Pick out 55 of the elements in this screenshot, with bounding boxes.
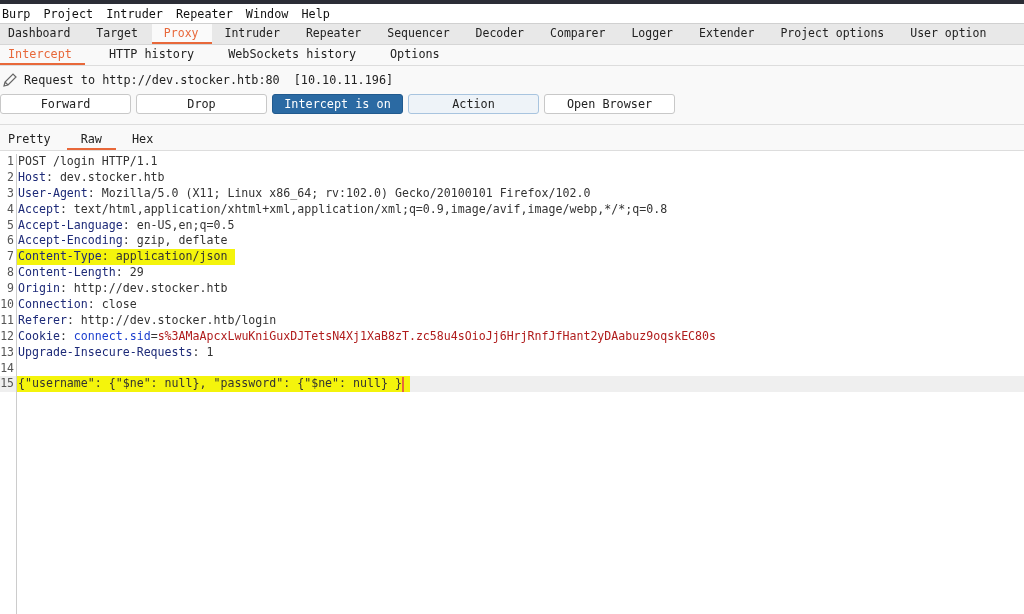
line-number: 10: [0, 297, 17, 313]
text-caret: [401, 376, 404, 392]
line-number: 4: [0, 201, 17, 218]
action-button[interactable]: Drop: [136, 94, 267, 114]
sub-tab[interactable]: HTTP history: [100, 45, 205, 65]
menu-item[interactable]: Help: [300, 6, 331, 21]
code-line: Cookie: connect.sid=s%3AMaApcxLwuKniGuxDJTetsN4Xj1XaB8zT.zc58u4sOioJj6HrjRnfJfHant2yDAabuz9oqskEC80s: [17, 328, 717, 345]
tab[interactable]: Project options: [780, 24, 885, 44]
line-number: 2: [0, 169, 17, 186]
code-line: Accept-Language: en-US,en;q=0.5: [17, 217, 235, 234]
code-line: POST /login HTTP/1.1: [17, 154, 158, 170]
code-line: Content-Length: 29: [17, 265, 144, 282]
action-button[interactable]: Action: [408, 94, 539, 114]
line-number: 12: [0, 328, 17, 345]
tab[interactable]: Target: [96, 24, 138, 44]
tab[interactable]: Repeater: [305, 24, 362, 44]
view-tab[interactable]: Hex: [123, 131, 162, 150]
code-line: User-Agent: Mozilla/5.0 (X11; Linux x86_64; rv:102.0) Gecko/20100101 Firefox/102.0: [17, 185, 591, 202]
menu-item[interactable]: Window: [244, 6, 290, 21]
code-line: Connection: close: [17, 297, 137, 313]
sub-tab[interactable]: Options: [382, 45, 450, 65]
menu-item[interactable]: Burp: [1, 6, 32, 21]
tab[interactable]: Intruder: [224, 24, 280, 44]
code-line: Accept-Encoding: gzip, deflate: [17, 233, 228, 250]
code-line: Origin: http://dev.stocker.htb: [17, 281, 228, 298]
line-number: 3: [0, 185, 17, 202]
tab[interactable]: Sequencer: [387, 24, 450, 44]
sub-tab[interactable]: WebSockets history: [220, 45, 366, 65]
tab[interactable]: Dashboard: [8, 24, 71, 44]
tab[interactable]: Extender: [699, 24, 755, 44]
code-line: Host: dev.stocker.htb: [17, 169, 165, 186]
line-number: 11: [0, 312, 17, 329]
menu-item[interactable]: Repeater: [174, 6, 234, 21]
view-tab[interactable]: Pretty: [0, 131, 59, 150]
line-number: 5: [0, 217, 17, 234]
line-number: 8: [0, 265, 17, 282]
request-ip: [10.10.11.196]: [293, 73, 394, 87]
action-button[interactable]: Intercept is on: [272, 94, 403, 114]
tab[interactable]: Logger: [631, 24, 673, 44]
request-target: Request to http://dev.stocker.htb:80: [24, 73, 280, 87]
menu-item[interactable]: Intruder: [105, 6, 164, 21]
action-button[interactable]: Open Browser: [544, 94, 675, 114]
action-button[interactable]: Forward: [0, 94, 131, 114]
tab[interactable]: User option: [910, 24, 987, 44]
line-number: 13: [0, 344, 17, 361]
menu-item[interactable]: Project: [42, 6, 95, 21]
line-number: 9: [0, 281, 17, 297]
code-line: Accept: text/html,application/xhtml+xml,application/xml;q=0.9,image/avif,image/webp,*/*;q=0.8: [17, 201, 668, 218]
tab[interactable]: Comparer: [550, 24, 606, 44]
code-line: Referer: http://dev.stocker.htb/login: [17, 312, 277, 329]
line-number: 6: [0, 233, 17, 250]
code-line: Upgrade-Insecure-Requests: 1: [17, 344, 214, 361]
pencil-icon: [2, 72, 18, 88]
tab[interactable]: Decoder: [475, 24, 525, 44]
line-number: 1: [0, 154, 17, 170]
